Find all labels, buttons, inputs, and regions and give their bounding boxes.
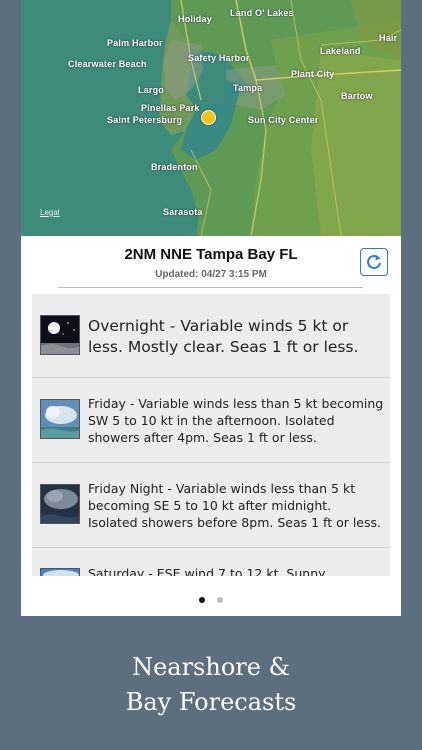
header-divider bbox=[58, 287, 363, 288]
forecast-item-saturday[interactable]: Saturday - ESE wind 7 to 12 kt. Sunny. bbox=[32, 548, 390, 576]
updated-timestamp: Updated: 04/27 3:15 PM bbox=[155, 269, 267, 280]
map-label-safety-harbor: Safety Harbor bbox=[188, 53, 250, 63]
forecast-header: 2NM NNE Tampa Bay FL Updated: 04/27 3:15… bbox=[21, 236, 401, 292]
location-pin[interactable] bbox=[201, 110, 216, 125]
forecast-item-friday[interactable]: Friday - Variable winds less than 5 kt b… bbox=[32, 378, 390, 463]
night-clear-icon bbox=[40, 315, 80, 355]
day-showers-icon bbox=[40, 399, 80, 439]
refresh-button[interactable] bbox=[360, 248, 388, 276]
map-label-palm-harbor: Palm Harbor bbox=[107, 38, 163, 48]
page-dot[interactable] bbox=[217, 597, 224, 603]
forecast-text: Friday Night - Variable winds less than … bbox=[88, 481, 381, 530]
map-label-tampa: Tampa bbox=[233, 83, 263, 93]
page-indicator[interactable] bbox=[21, 590, 401, 608]
location-title: 2NM NNE Tampa Bay FL bbox=[124, 246, 298, 263]
page-dot-active[interactable] bbox=[198, 597, 205, 603]
map-label-saint-petersburg: Saint Petersburg bbox=[107, 115, 183, 125]
map-label-plant-city: Plant City bbox=[291, 69, 335, 79]
forecast-text: Saturday - ESE wind 7 to 12 kt. Sunny. bbox=[88, 566, 328, 576]
caption-line-2: Bay Forecasts bbox=[125, 688, 297, 716]
map-label-lakeland: Lakeland bbox=[320, 46, 361, 56]
map-label-sarasota: Sarasota bbox=[163, 207, 203, 217]
map-label-pinellas-park: Pinellas Park bbox=[141, 103, 200, 113]
day-sunny-icon bbox=[40, 568, 80, 576]
app-screen: Holiday Land O' Lakes Palm Harbor Hair S… bbox=[21, 0, 401, 616]
map-view[interactable]: Holiday Land O' Lakes Palm Harbor Hair S… bbox=[21, 0, 401, 236]
map-label-largo: Largo bbox=[138, 85, 165, 95]
promo-caption: Nearshore & Bay Forecasts bbox=[0, 650, 422, 720]
forecast-item-friday-night[interactable]: Friday Night - Variable winds less than … bbox=[32, 463, 390, 548]
map-label-hair: Hair bbox=[379, 33, 398, 43]
forecast-text: Overnight - Variable winds 5 kt or less.… bbox=[88, 317, 359, 356]
map-label-sun-city-center: Sun City Center bbox=[248, 115, 319, 125]
caption-line-1: Nearshore & bbox=[132, 653, 290, 681]
refresh-icon bbox=[367, 254, 381, 269]
legal-link[interactable]: Legal bbox=[40, 208, 60, 217]
map-label-holiday: Holiday bbox=[178, 14, 212, 24]
map-label-bartow: Bartow bbox=[341, 91, 373, 101]
map-label-clearwater-beach: Clearwater Beach bbox=[68, 59, 147, 69]
night-showers-icon bbox=[40, 484, 80, 524]
map-label-bradenton: Bradenton bbox=[151, 162, 198, 172]
forecast-list[interactable]: Overnight - Variable winds 5 kt or less.… bbox=[32, 294, 390, 576]
forecast-item-overnight[interactable]: Overnight - Variable winds 5 kt or less.… bbox=[32, 294, 390, 378]
forecast-text: Friday - Variable winds less than 5 kt b… bbox=[88, 396, 384, 445]
map-label-land-o-lakes: Land O' Lakes bbox=[230, 8, 294, 18]
